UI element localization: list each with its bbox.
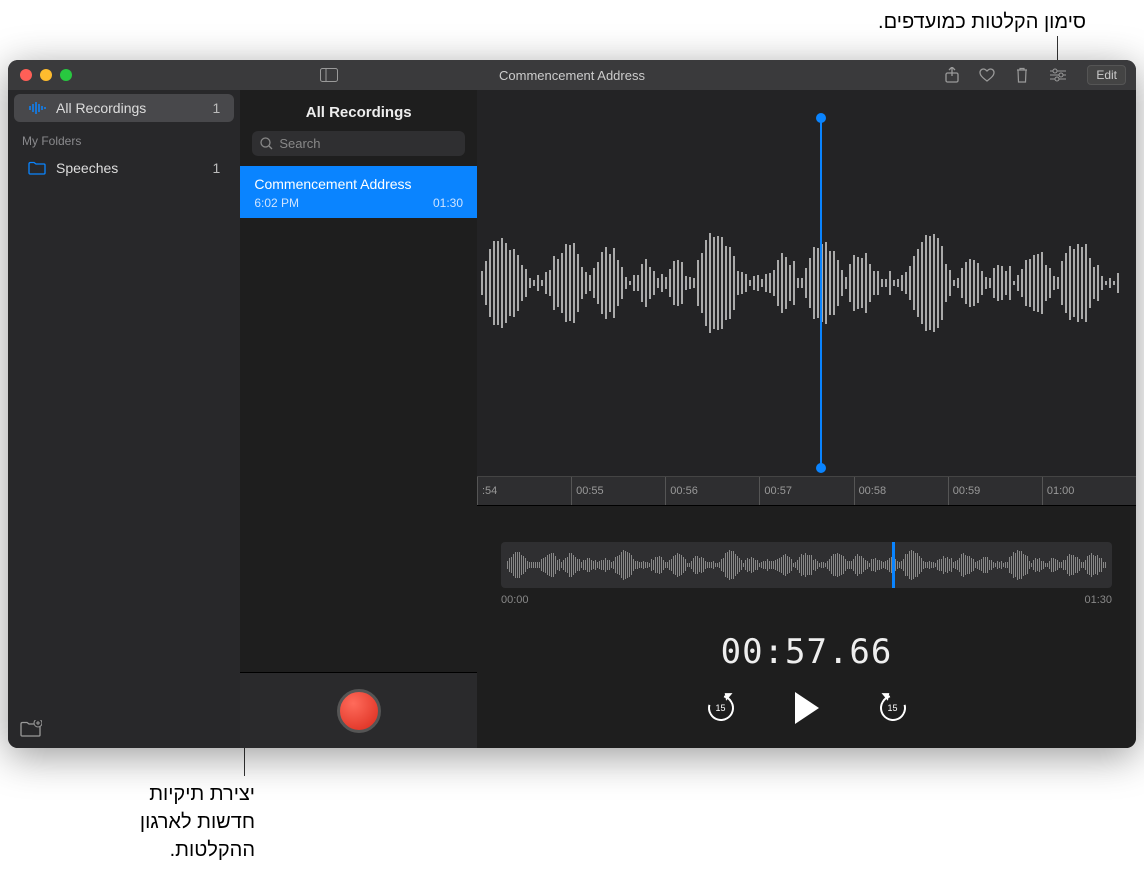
recording-list-header: All Recordings — [240, 90, 477, 131]
sidebar-item-count: 1 — [213, 160, 221, 176]
search-icon — [260, 137, 273, 150]
callout-favorite: סימון הקלטות כמועדפים. — [878, 8, 1086, 36]
close-button[interactable] — [20, 69, 32, 81]
callout-line — [244, 748, 245, 776]
sidebar-item-all-recordings[interactable]: All Recordings 1 — [14, 94, 234, 122]
record-button[interactable] — [337, 689, 381, 733]
playhead[interactable] — [820, 118, 822, 468]
timeline-tick: 00:55 — [571, 477, 665, 505]
search-placeholder: Search — [279, 136, 320, 151]
recording-title: Commencement Address — [254, 176, 463, 192]
record-bar — [240, 672, 477, 748]
titlebar: Commencement Address Edit — [8, 60, 1136, 90]
callout-new-folder: יצירת תיקיות חדשות לארגון ההקלטות. — [95, 780, 255, 864]
timeline-tick: 00:57 — [759, 477, 853, 505]
timeline-tick: 00:59 — [948, 477, 1042, 505]
window-title: Commencement Address — [499, 68, 645, 83]
sidebar: All Recordings 1 My Folders Speeches 1 — [8, 90, 240, 748]
sidebar-section-header: My Folders — [8, 126, 240, 150]
favorite-icon[interactable] — [979, 68, 995, 83]
overview-start-label: 00:00 — [501, 594, 529, 606]
sidebar-item-speeches[interactable]: Speeches 1 — [14, 154, 234, 182]
recording-item[interactable]: Commencement Address 6:02 PM 01:30 — [240, 166, 477, 218]
timeline-tick: :54 — [477, 477, 571, 505]
new-folder-icon[interactable] — [20, 720, 228, 738]
trash-icon[interactable] — [1015, 67, 1029, 83]
skip-back-button[interactable]: 15 — [707, 694, 735, 722]
app-window: Commencement Address Edit All — [8, 60, 1136, 748]
maximize-button[interactable] — [60, 69, 72, 81]
play-button[interactable] — [795, 692, 819, 724]
timecode: 00:57.66 — [477, 612, 1136, 692]
waveform-icon — [28, 101, 46, 115]
recording-time: 6:02 PM — [254, 196, 299, 210]
detail-pane: :5400:5500:5600:5700:5800:5901:00 00:00 … — [477, 90, 1136, 748]
timeline[interactable]: :5400:5500:5600:5700:5800:5901:00 — [477, 476, 1136, 506]
playback-controls: 15 15 — [477, 692, 1136, 748]
minimize-button[interactable] — [40, 69, 52, 81]
main-area: All Recordings 1 My Folders Speeches 1 A… — [8, 90, 1136, 748]
edit-button[interactable]: Edit — [1087, 65, 1126, 85]
sidebar-toggle-icon[interactable] — [320, 68, 338, 82]
sidebar-item-label: All Recordings — [56, 100, 146, 116]
sidebar-item-count: 1 — [213, 100, 221, 116]
sidebar-item-label: Speeches — [56, 160, 118, 176]
skip-back-label: 15 — [715, 703, 725, 713]
folder-icon — [28, 161, 46, 175]
waveform-large[interactable] — [477, 90, 1136, 476]
timeline-tick: 00:56 — [665, 477, 759, 505]
callout-line — [1057, 36, 1058, 60]
share-icon[interactable] — [945, 67, 959, 83]
recording-duration: 01:30 — [433, 196, 463, 210]
timeline-tick: 01:00 — [1042, 477, 1136, 505]
overview-waveform[interactable] — [501, 542, 1112, 588]
skip-fwd-label: 15 — [887, 703, 897, 713]
settings-icon[interactable] — [1049, 68, 1067, 82]
timeline-tick: 00:58 — [854, 477, 948, 505]
overview-playhead[interactable] — [892, 542, 895, 588]
overview-end-label: 01:30 — [1084, 594, 1112, 606]
skip-forward-button[interactable]: 15 — [879, 694, 907, 722]
recording-list: All Recordings Search Commencement Addre… — [240, 90, 477, 748]
traffic-lights — [8, 69, 72, 81]
search-input[interactable]: Search — [252, 131, 465, 156]
